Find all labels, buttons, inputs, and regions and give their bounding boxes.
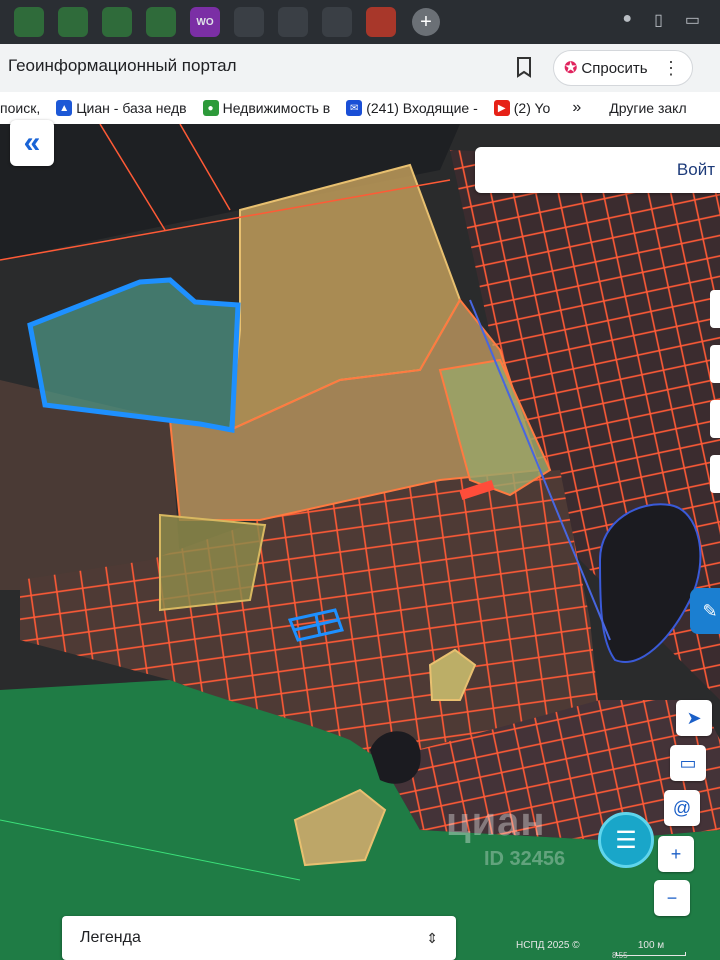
ask-button[interactable]: ✪ Спросить ⋮ — [553, 50, 693, 86]
green-squares-icon[interactable] — [102, 7, 132, 37]
zoom-out-button[interactable]: − — [654, 880, 690, 916]
browser-tab-strip: WO + ● ▯ ▭ — [0, 0, 720, 44]
dots-icon: ● — [202, 100, 219, 116]
zoom-in-button[interactable]: + — [658, 836, 694, 872]
shield-icon[interactable] — [234, 7, 264, 37]
login-button[interactable]: Войт — [475, 147, 720, 193]
bookmark-item[interactable]: ✉ (241) Входящие - — [346, 100, 478, 116]
watermark: циан — [446, 800, 546, 844]
bookmark-icon[interactable] — [514, 56, 534, 78]
edge-tool-button[interactable] — [710, 345, 720, 383]
mail-icon: ✉ — [346, 100, 363, 116]
legend-dropdown[interactable]: Легенда ⇕ — [62, 916, 456, 960]
new-tab-button[interactable]: + — [412, 8, 440, 36]
search-icon[interactable]: @ — [664, 790, 700, 826]
bookmarks-bar: поиск, ▲ Циан - база недв ● Недвижимость в… — [0, 92, 720, 125]
ask-icon: ✪ — [564, 60, 578, 77]
address-bar: Геоинформационный портал ✪ Спросить ⋮ ▯ — [0, 44, 720, 127]
scale-label: 100 м — [637, 940, 665, 951]
green-squares-icon[interactable] — [146, 7, 176, 37]
reading-icon[interactable]: ▯ — [654, 10, 663, 30]
bookmark-item[interactable]: ▶ (2) Yo — [493, 100, 550, 116]
other-bookmarks[interactable]: Другие закл — [609, 100, 686, 116]
tabs-icon[interactable]: ▭ — [685, 10, 700, 30]
circle-icon[interactable] — [322, 7, 352, 37]
watermark-id: ID 32456 — [484, 848, 566, 870]
edge-tool-button[interactable] — [710, 290, 720, 328]
green-squares-icon[interactable] — [58, 7, 88, 37]
more-menu-icon[interactable]: ⋮ — [662, 58, 680, 79]
window-controls: ● ▯ ▭ — [622, 10, 700, 30]
cian-icon: ▲ — [56, 100, 73, 116]
chat-icon[interactable]: ☰ — [598, 812, 654, 868]
wo-logo-icon[interactable]: WO — [190, 7, 220, 37]
collapse-panel-button[interactable]: « — [10, 120, 54, 166]
edge-tool-button[interactable] — [710, 455, 720, 493]
locate-icon[interactable]: ➤ — [676, 700, 712, 736]
bookmark-item[interactable]: ▲ Циан - база недв — [56, 100, 187, 116]
clock: 8:55 — [612, 951, 628, 960]
layers-icon[interactable]: ▭ — [670, 745, 706, 781]
page-title: Геоинформационный портал — [8, 56, 237, 75]
edge-tool-button[interactable] — [710, 400, 720, 438]
red-logo-icon[interactable] — [366, 7, 396, 37]
youtube-icon: ▶ — [493, 100, 510, 116]
map-attribution: НСПД 2025 © — [516, 940, 580, 951]
report-icon[interactable]: ✎ — [690, 588, 720, 634]
chevron-updown-icon: ⇕ — [426, 929, 438, 946]
picture-icon[interactable] — [278, 7, 308, 37]
green-squares-icon[interactable] — [14, 7, 44, 37]
bookmarks-more-button[interactable]: » — [572, 99, 581, 117]
bookmark-item[interactable]: ● Недвижимость в — [202, 100, 330, 116]
bookmark-item[interactable]: поиск, — [0, 100, 40, 116]
zone-west — [159, 513, 267, 612]
profile-icon[interactable]: ● — [622, 10, 632, 30]
